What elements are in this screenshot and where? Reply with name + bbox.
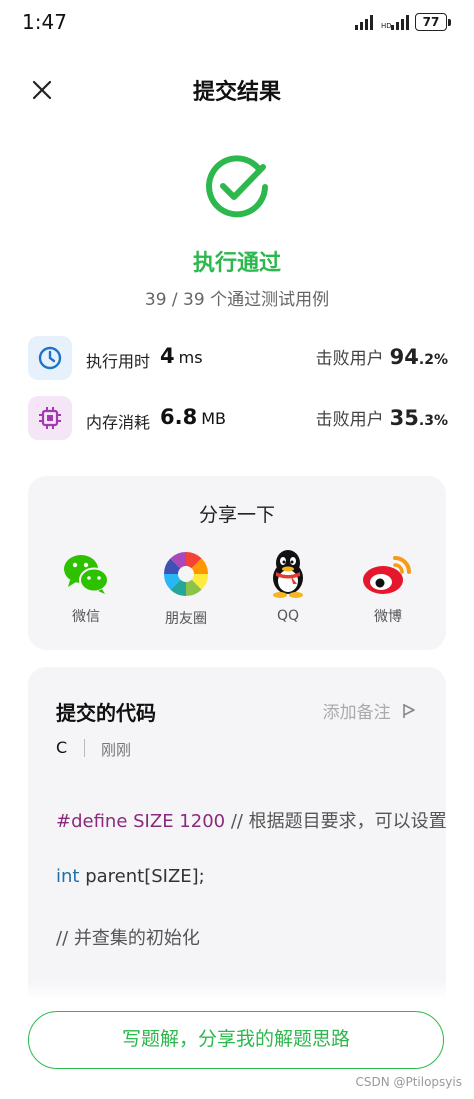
share-wechat-label: 微信 (72, 609, 100, 625)
clock-icon (38, 346, 62, 370)
status-time: 1:47 (22, 10, 67, 34)
watermark: CSDN @Ptilopsyis (355, 1075, 462, 1089)
share-weibo-label: 微博 (374, 609, 402, 625)
passed-cases: 39 / 39 个通过测试用例 (144, 290, 330, 310)
chip-icon (39, 407, 61, 429)
code-title: 提交的代码 (56, 701, 156, 725)
memory-number: 6.8 (160, 405, 198, 429)
code-comment: // 根据题目要求，可以设置 (225, 811, 447, 832)
signal-icon (355, 15, 373, 30)
code-type: int (56, 866, 80, 887)
share-moments-label: 朋友圈 (165, 611, 207, 627)
share-weibo[interactable]: 微博 (348, 552, 428, 626)
code-text: parent[SIZE]; (79, 866, 205, 887)
battery-icon: 77 (415, 13, 451, 31)
signal-icon-2: HD (381, 15, 409, 30)
runtime-beat-int: 94 (389, 345, 419, 369)
memory-label: 内存消耗 (86, 413, 151, 432)
result-status: 执行通过 (192, 251, 281, 276)
status-bar: 1:47 HD 77 (0, 0, 474, 46)
code-language: C (56, 738, 68, 757)
runtime-beat: 击败用户 94.2% (316, 344, 448, 369)
share-moments[interactable]: 朋友圈 (146, 550, 226, 628)
runtime-label: 执行用时 (86, 352, 151, 371)
page-title: 提交结果 (192, 80, 281, 105)
code-line-2: int parent[SIZE]; (56, 866, 205, 887)
memory-beat: 击败用户 35.3% (316, 405, 448, 430)
code-number: 1200 (179, 811, 226, 832)
code-comment: // 并查集的初始化 (56, 928, 200, 949)
share-qq[interactable]: QQ (248, 548, 328, 624)
qq-icon (273, 550, 303, 598)
flag-icon (403, 704, 415, 718)
memory-beat-int: 35 (389, 406, 419, 430)
runtime-number: 4 (160, 344, 175, 368)
code-keyword: #define (56, 811, 128, 832)
meta-divider (84, 739, 85, 757)
runtime-unit: ms (178, 348, 203, 367)
moments-icon (163, 551, 209, 597)
code-line-3: // 并查集的初始化 (56, 924, 200, 950)
chip-icon-box (28, 396, 72, 440)
memory-beat-label: 击败用户 (315, 410, 384, 430)
runtime-beat-label: 击败用户 (315, 349, 384, 369)
memory-unit: MB (201, 409, 226, 428)
memory-value: 6.8 MB (160, 405, 226, 429)
add-note-label: 添加备注 (322, 703, 391, 723)
memory-beat-dec: .3% (418, 413, 448, 429)
write-solution-button[interactable]: 写题解，分享我的解题思路 (28, 1011, 444, 1069)
code-line-1: #define SIZE 1200 // 根据题目要求，可以设置 (56, 807, 447, 833)
submission-time: 刚刚 (101, 741, 132, 759)
add-note-button[interactable]: 添加备注 (323, 698, 416, 723)
runtime-value: 4 ms (160, 344, 203, 368)
code-macro-name: SIZE (127, 811, 180, 832)
weibo-icon (363, 556, 411, 594)
svg-text:HD: HD (381, 22, 392, 30)
check-circle-icon (206, 155, 268, 218)
share-wechat[interactable]: 微信 (46, 552, 126, 626)
code-fade (28, 980, 446, 1000)
clock-icon-box (28, 336, 72, 380)
share-title: 分享一下 (198, 504, 275, 526)
runtime-beat-dec: .2% (418, 352, 448, 368)
wechat-icon (64, 555, 109, 594)
share-qq-label: QQ (276, 608, 300, 624)
